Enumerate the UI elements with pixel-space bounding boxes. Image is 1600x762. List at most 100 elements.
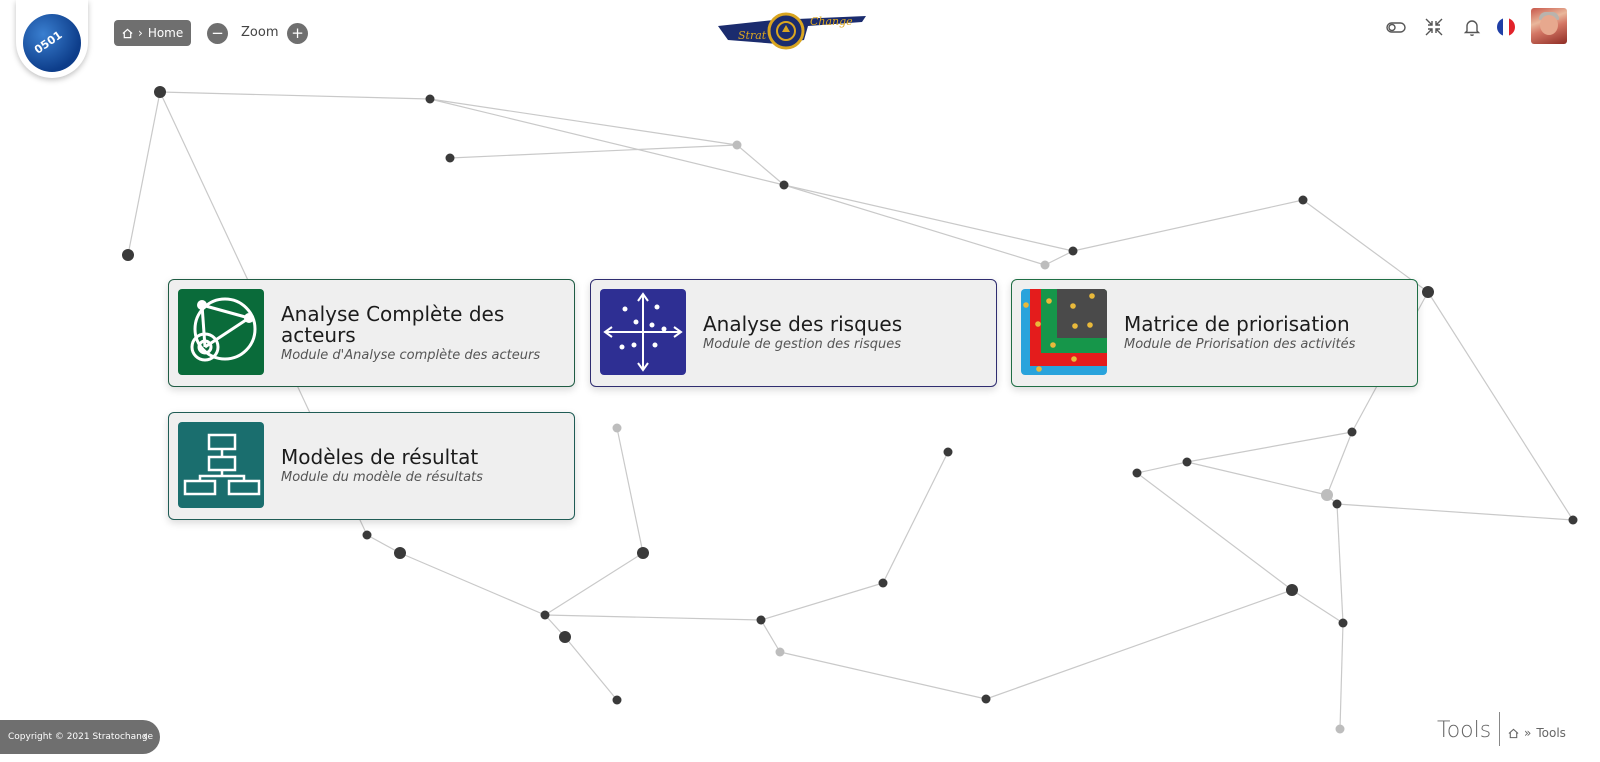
module-title: Modèles de résultat bbox=[281, 445, 479, 469]
network-node bbox=[1068, 246, 1078, 256]
network-node bbox=[1568, 515, 1578, 525]
network-node bbox=[775, 647, 785, 657]
risk-axes-icon bbox=[600, 289, 686, 375]
app-logo[interactable]: 0501 bbox=[16, 0, 88, 78]
priority-matrix-icon bbox=[1021, 289, 1107, 375]
module-card-resultat[interactable]: Modèles de résultat Module du modèle de … bbox=[168, 412, 575, 520]
network-edge bbox=[1186, 461, 1328, 496]
network-node bbox=[1338, 618, 1348, 628]
network-node bbox=[540, 610, 550, 620]
network-node bbox=[1132, 468, 1142, 478]
module-subtitle: Module du modèle de résultats bbox=[281, 470, 483, 485]
network-edge bbox=[127, 91, 161, 256]
network-node bbox=[779, 180, 789, 190]
network-node bbox=[637, 547, 649, 559]
network-node bbox=[122, 249, 134, 261]
flag-fr-icon[interactable] bbox=[1497, 18, 1515, 36]
network-node bbox=[981, 694, 991, 704]
network-node bbox=[612, 423, 622, 433]
chevron-right-icon: › bbox=[138, 26, 143, 40]
network-node bbox=[1182, 457, 1192, 467]
module-title: Analyse des risques bbox=[703, 312, 903, 336]
avatar-face bbox=[1540, 15, 1558, 35]
network-node bbox=[1422, 286, 1434, 298]
network-edge bbox=[429, 98, 738, 146]
home-button[interactable]: › Home bbox=[114, 20, 192, 46]
brand-left-text: Strat bbox=[738, 29, 767, 42]
breadcrumb-current: Tools bbox=[1536, 726, 1566, 740]
network-node bbox=[425, 94, 435, 104]
network-node bbox=[362, 530, 372, 540]
brand-logo[interactable]: Strat Change bbox=[716, 10, 866, 52]
bell-icon[interactable] bbox=[1461, 16, 1483, 38]
title-divider bbox=[1499, 712, 1500, 746]
network-edge bbox=[1072, 199, 1304, 252]
network-edge bbox=[449, 144, 738, 159]
network-edge bbox=[544, 614, 762, 621]
network-node bbox=[445, 153, 455, 163]
copyright-text: Copyright © 2021 Stratochange bbox=[8, 732, 154, 742]
module-subtitle: Module de Priorisation des activités bbox=[1124, 337, 1356, 352]
actors-network-icon bbox=[178, 289, 264, 375]
network-edge bbox=[760, 619, 781, 653]
module-title: Analyse Complète des acteurs bbox=[281, 301, 505, 347]
network-node bbox=[1332, 499, 1342, 509]
network-edge bbox=[544, 552, 644, 616]
zoom-out-button[interactable]: − bbox=[207, 23, 228, 44]
network-edge bbox=[985, 589, 1293, 700]
network-node bbox=[1040, 260, 1050, 270]
network-node bbox=[943, 447, 953, 457]
compress-icon[interactable] bbox=[1423, 16, 1445, 38]
avatar[interactable] bbox=[1531, 8, 1567, 44]
network-edge bbox=[1186, 431, 1353, 463]
network-edge bbox=[399, 552, 546, 616]
network-edge bbox=[1326, 431, 1353, 496]
network-node bbox=[732, 140, 742, 150]
module-subtitle: Module d'Analyse complète des acteurs bbox=[281, 347, 541, 363]
org-chart-icon bbox=[178, 422, 264, 508]
network-node bbox=[1347, 427, 1357, 437]
network-edge bbox=[159, 91, 431, 100]
module-title: Matrice de priorisation bbox=[1124, 312, 1350, 336]
collapse-icon[interactable]: ‹ bbox=[143, 729, 148, 744]
network-edge bbox=[1136, 461, 1188, 474]
network-node bbox=[559, 631, 571, 643]
page-title: Tools bbox=[1437, 718, 1492, 743]
brand-right-text: Change bbox=[810, 15, 853, 28]
network-node bbox=[394, 547, 406, 559]
network-node bbox=[1298, 195, 1308, 205]
module-card-risques[interactable]: Analyse des risques Module de gestion de… bbox=[590, 279, 997, 387]
network-edge bbox=[429, 98, 785, 186]
network-edge bbox=[1136, 472, 1293, 591]
zoom-in-button[interactable]: + bbox=[287, 23, 308, 44]
breadcrumb: » Tools bbox=[1508, 726, 1566, 740]
home-icon[interactable] bbox=[1508, 728, 1519, 739]
network-edge bbox=[1336, 503, 1574, 521]
network-edge bbox=[779, 651, 987, 700]
zoom-label: Zoom bbox=[241, 25, 279, 40]
home-label: Home bbox=[147, 26, 184, 40]
network-node bbox=[878, 578, 888, 588]
network-edge bbox=[1339, 622, 1344, 730]
copyright-bar: Copyright © 2021 Stratochange ‹ bbox=[0, 720, 160, 754]
network-edge bbox=[783, 184, 1046, 266]
network-node bbox=[1335, 724, 1345, 734]
network-edge bbox=[616, 427, 644, 554]
module-card-priorisation[interactable]: Matrice de priorisation Module de Priori… bbox=[1011, 279, 1418, 387]
network-edge bbox=[1044, 250, 1074, 266]
network-edge bbox=[1336, 503, 1344, 624]
network-edge bbox=[1427, 291, 1574, 521]
network-node bbox=[154, 86, 166, 98]
breadcrumb-separator: » bbox=[1524, 726, 1532, 740]
network-edge bbox=[882, 451, 949, 584]
network-node bbox=[1286, 584, 1298, 596]
module-card-acteurs[interactable]: Analyse Complète des acteurs Module d'An… bbox=[168, 279, 575, 387]
module-subtitle: Module de gestion des risques bbox=[703, 337, 901, 352]
network-edge bbox=[783, 184, 1074, 252]
home-icon bbox=[122, 28, 133, 38]
network-edge bbox=[1291, 589, 1344, 624]
toggle-icon[interactable] bbox=[1385, 16, 1407, 38]
network-node bbox=[612, 695, 622, 705]
network-edge bbox=[760, 582, 884, 621]
network-node bbox=[756, 615, 766, 625]
